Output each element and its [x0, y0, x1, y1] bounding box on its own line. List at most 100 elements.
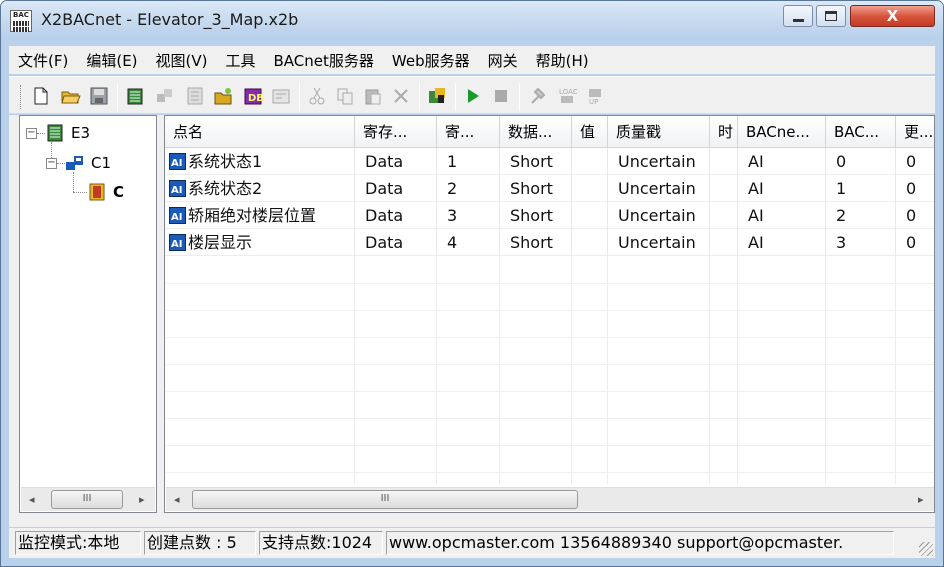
- minimize-icon: [792, 18, 804, 22]
- point-name: 楼层显示: [188, 232, 253, 252]
- update-cell: 0: [896, 175, 934, 202]
- column-header-bacnet-type[interactable]: BACne...: [738, 116, 826, 148]
- tree-collapse-e3[interactable]: −: [26, 128, 37, 139]
- svg-text:DB: DB: [248, 93, 263, 104]
- table-row[interactable]: AI 系统状态2 Data 2 Short Uncertain AI 1 0: [165, 175, 934, 202]
- bacnet-type-cell: AI: [738, 229, 826, 256]
- quality-cell: Uncertain: [608, 175, 710, 202]
- data-type-cell: Short: [500, 229, 572, 256]
- svg-text:AI: AI: [171, 185, 182, 196]
- paste-icon[interactable]: [363, 86, 383, 106]
- maximize-button[interactable]: [816, 5, 846, 27]
- tree-horizontal-scrollbar[interactable]: ◂ III ▸: [21, 487, 155, 511]
- menu-file[interactable]: 文件(F): [9, 50, 77, 71]
- tools-icon[interactable]: [529, 86, 549, 106]
- run-icon[interactable]: [463, 86, 483, 106]
- unload-icon[interactable]: UP: [585, 86, 605, 106]
- column-header-update[interactable]: 更...: [896, 116, 934, 148]
- svg-text:AI: AI: [171, 212, 182, 223]
- tree-node-e3[interactable]: E3: [45, 123, 90, 143]
- tree-node-device[interactable]: C: [88, 182, 124, 202]
- tree-collapse-c1[interactable]: −: [46, 158, 57, 169]
- column-header-bacnet-instance[interactable]: BAC...: [826, 116, 896, 148]
- analog-input-icon: AI: [169, 233, 186, 251]
- update-cell: 0: [896, 148, 934, 175]
- column-header-name[interactable]: 点名: [165, 116, 355, 148]
- save-icon[interactable]: [89, 86, 109, 106]
- quality-cell: Uncertain: [608, 202, 710, 229]
- scroll-left-icon[interactable]: ◂: [174, 493, 180, 506]
- status-mode: 监控模式:本地: [15, 531, 141, 555]
- column-header-quality[interactable]: 质量戳: [608, 116, 710, 148]
- update-cell: 0: [896, 229, 934, 256]
- device-icon[interactable]: [125, 86, 145, 106]
- bacnet-instance-cell: 0: [826, 148, 896, 175]
- menu-tools[interactable]: 工具: [217, 50, 265, 71]
- app-icon[interactable]: BAC: [10, 10, 32, 32]
- title-bar[interactable]: BAC X2BACnet - Elevator_3_Map.x2b X: [1, 1, 943, 39]
- load-icon[interactable]: LOAD: [557, 86, 577, 106]
- properties-icon[interactable]: [271, 86, 291, 106]
- time-cell: [710, 229, 738, 256]
- menu-gateway[interactable]: 网关: [479, 50, 527, 71]
- column-header-time[interactable]: 时: [710, 116, 738, 148]
- cut-icon[interactable]: [307, 86, 327, 106]
- channel-icon: [66, 156, 83, 170]
- value-cell: [572, 148, 608, 175]
- tree-scroll-thumb[interactable]: III: [51, 490, 123, 509]
- stop-icon[interactable]: [491, 86, 511, 106]
- tag-icon[interactable]: [185, 86, 205, 106]
- svg-text:AI: AI: [171, 239, 182, 250]
- column-header-value[interactable]: 值: [572, 116, 608, 148]
- tree-label-e3: E3: [71, 124, 91, 142]
- scroll-right-icon[interactable]: ▸: [139, 493, 145, 506]
- toolbar: DB LOAD UP: [9, 76, 935, 114]
- column-header-data-type[interactable]: 数据...: [500, 116, 572, 148]
- list-horizontal-scrollbar[interactable]: ◂ III ▸: [166, 487, 934, 511]
- open-folder-icon[interactable]: [61, 86, 81, 106]
- close-button[interactable]: X: [850, 5, 935, 27]
- status-contact-info: www.opcmaster.com 13564889340 support@op…: [386, 531, 894, 555]
- svg-text:LOAD: LOAD: [559, 88, 577, 96]
- db-icon[interactable]: DB: [243, 86, 263, 106]
- bacnet-instance-cell: 3: [826, 229, 896, 256]
- scroll-left-icon[interactable]: ◂: [29, 493, 35, 506]
- bacnet-instance-cell: 2: [826, 202, 896, 229]
- delete-icon[interactable]: [391, 86, 411, 106]
- menu-web-server[interactable]: Web服务器: [383, 50, 479, 71]
- tree-view[interactable]: − E3 − C1 C ◂ III ▸: [19, 115, 157, 513]
- address-cell: 4: [437, 229, 500, 256]
- list-scroll-thumb[interactable]: III: [192, 490, 578, 509]
- column-header-register-address[interactable]: 寄...: [437, 116, 500, 148]
- app-window: BAC X2BACnet - Elevator_3_Map.x2b X 文件(F…: [0, 0, 944, 567]
- new-file-icon[interactable]: [31, 86, 51, 106]
- pane-splitter[interactable]: [157, 115, 164, 513]
- resize-grip[interactable]: [919, 542, 933, 556]
- new-tag-icon[interactable]: [213, 86, 233, 106]
- time-cell: [710, 148, 738, 175]
- device-icon: [47, 124, 63, 142]
- menu-help[interactable]: 帮助(H): [527, 50, 598, 71]
- menu-edit[interactable]: 编辑(E): [77, 50, 146, 71]
- time-cell: [710, 175, 738, 202]
- minimize-button[interactable]: [783, 5, 813, 27]
- menu-view[interactable]: 视图(V): [147, 50, 217, 71]
- tag-list-view[interactable]: 点名 寄存... 寄... 数据... 值 质量戳 时 BACne... BAC…: [164, 115, 935, 513]
- column-header-register[interactable]: 寄存...: [355, 116, 437, 148]
- toolbar-grip[interactable]: [20, 85, 23, 109]
- table-row[interactable]: AI 轿厢绝对楼层位置 Data 3 Short Uncertain AI 2 …: [165, 202, 934, 229]
- point-name: 轿厢绝对楼层位置: [188, 205, 317, 225]
- analog-input-icon: AI: [169, 206, 186, 224]
- menu-bar: 文件(F) 编辑(E) 视图(V) 工具 BACnet服务器 Web服务器 网关…: [9, 46, 935, 74]
- monitor-icon[interactable]: [427, 86, 447, 106]
- tree-node-c1[interactable]: C1: [65, 153, 111, 173]
- tag-group-icon: [89, 183, 105, 201]
- analog-input-icon: AI: [169, 179, 186, 197]
- channel-icon[interactable]: [155, 86, 175, 106]
- menu-bacnet-server[interactable]: BACnet服务器: [265, 50, 383, 71]
- table-row[interactable]: AI 系统状态1 Data 1 Short Uncertain AI 0 0: [165, 148, 934, 175]
- scroll-right-icon[interactable]: ▸: [918, 493, 924, 506]
- data-type-cell: Short: [500, 148, 572, 175]
- table-row[interactable]: AI 楼层显示 Data 4 Short Uncertain AI 3 0: [165, 229, 934, 256]
- copy-icon[interactable]: [335, 86, 355, 106]
